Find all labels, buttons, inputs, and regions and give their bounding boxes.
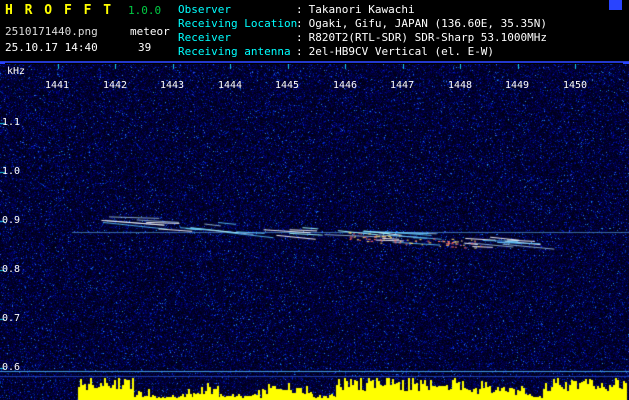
y-tick-label: 0.8 — [2, 264, 21, 275]
app-version: 1.0.0 — [128, 4, 162, 17]
info-value: Takanori Kawachi — [308, 3, 415, 16]
x-tick-label: 1446 — [332, 80, 358, 91]
corner-marker-icon — [609, 0, 622, 10]
info-label: Receiver — [178, 31, 231, 44]
x-tick-label: 1443 — [159, 80, 185, 91]
info-row-antenna: Receiving antenna:2el-HB9CV Vertical (el… — [178, 45, 547, 59]
x-tick-label: 1444 — [217, 80, 243, 91]
mode-label: meteor — [130, 25, 170, 38]
x-tick-label: 1450 — [562, 80, 588, 91]
x-tick-label: 1445 — [274, 80, 300, 91]
info-value: R820T2(RTL-SDR) SDR-Sharp 53.1000MHz — [308, 31, 548, 44]
observer-info-block: Observer: Takanori Kawachi Receiving Loca… — [178, 3, 547, 59]
x-tick-label: 1448 — [447, 80, 473, 91]
info-separator: : — [296, 3, 303, 16]
info-row-location: Receiving Location: Ogaki, Gifu, JAPAN (1… — [178, 17, 547, 31]
spectrogram — [0, 64, 629, 400]
info-separator: : — [296, 31, 303, 44]
y-tick-label: 1.1 — [2, 117, 21, 128]
y-tick-label: 0.9 — [2, 215, 21, 226]
x-tick-label: 1442 — [102, 80, 128, 91]
hrofft-window: H R O F F T 1.0.0 2510171440.png meteor … — [0, 0, 629, 400]
info-separator: : — [296, 45, 303, 58]
datetime-label: 25.10.17 14:40 — [5, 41, 98, 54]
echo-count: 39 — [138, 41, 152, 54]
y-axis-unit-label: kHz — [7, 66, 26, 77]
x-tick-label: 1447 — [389, 80, 415, 91]
y-tick-label: 1.0 — [2, 166, 21, 177]
info-label: Receiving antenna — [178, 45, 291, 58]
info-label: Receiving Location — [178, 17, 298, 30]
app-title: H R O F F T — [5, 3, 114, 18]
info-value: 2el-HB9CV Vertical (el. E-W) — [308, 45, 495, 58]
info-row-receiver: Receiver: R820T2(RTL-SDR) SDR-Sharp 53.10… — [178, 31, 547, 45]
x-tick-label: 1449 — [504, 80, 530, 91]
info-row-observer: Observer: Takanori Kawachi — [178, 3, 547, 17]
info-value: Ogaki, Gifu, JAPAN (136.60E, 35.35N) — [308, 17, 548, 30]
info-label: Observer — [178, 3, 231, 16]
y-tick-label: 0.6 — [2, 362, 21, 373]
output-filename: 2510171440.png — [5, 25, 98, 38]
header-separator-line — [0, 61, 629, 63]
x-tick-label: 1441 — [44, 80, 70, 91]
info-separator: : — [296, 17, 303, 30]
y-tick-label: 0.7 — [2, 313, 21, 324]
